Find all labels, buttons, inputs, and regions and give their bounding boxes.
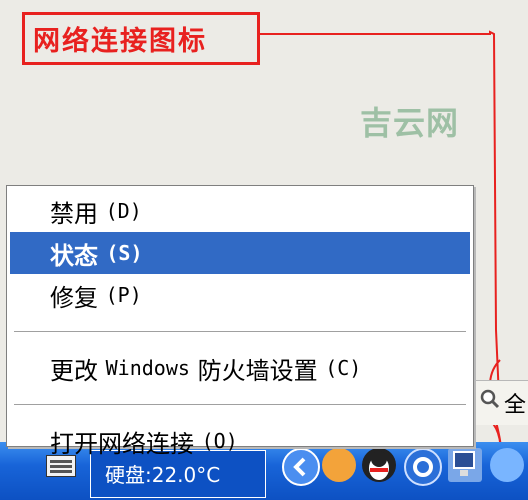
menu-item-status[interactable]: 状态 (S) [10, 232, 470, 274]
network-context-menu: 禁用 (D) 状态 (S) 修复 (P) 更改 Windows 防火墙设置 (C… [6, 185, 474, 458]
menu-item-change-firewall[interactable]: 更改 Windows 防火墙设置 (C) [10, 347, 470, 389]
search-label: 全 [504, 393, 527, 418]
menu-item-open-connections[interactable]: 打开网络连接 (O) [10, 420, 470, 462]
menu-item-repair[interactable]: 修复 (P) [10, 274, 470, 316]
menu-item-disable[interactable]: 禁用 (D) [10, 190, 470, 232]
search-icon[interactable] [480, 389, 500, 409]
menu-separator [14, 404, 466, 405]
menu-separator [14, 331, 466, 332]
search-strip[interactable]: 全 [474, 380, 528, 425]
extra-tray-icon[interactable] [490, 448, 524, 482]
